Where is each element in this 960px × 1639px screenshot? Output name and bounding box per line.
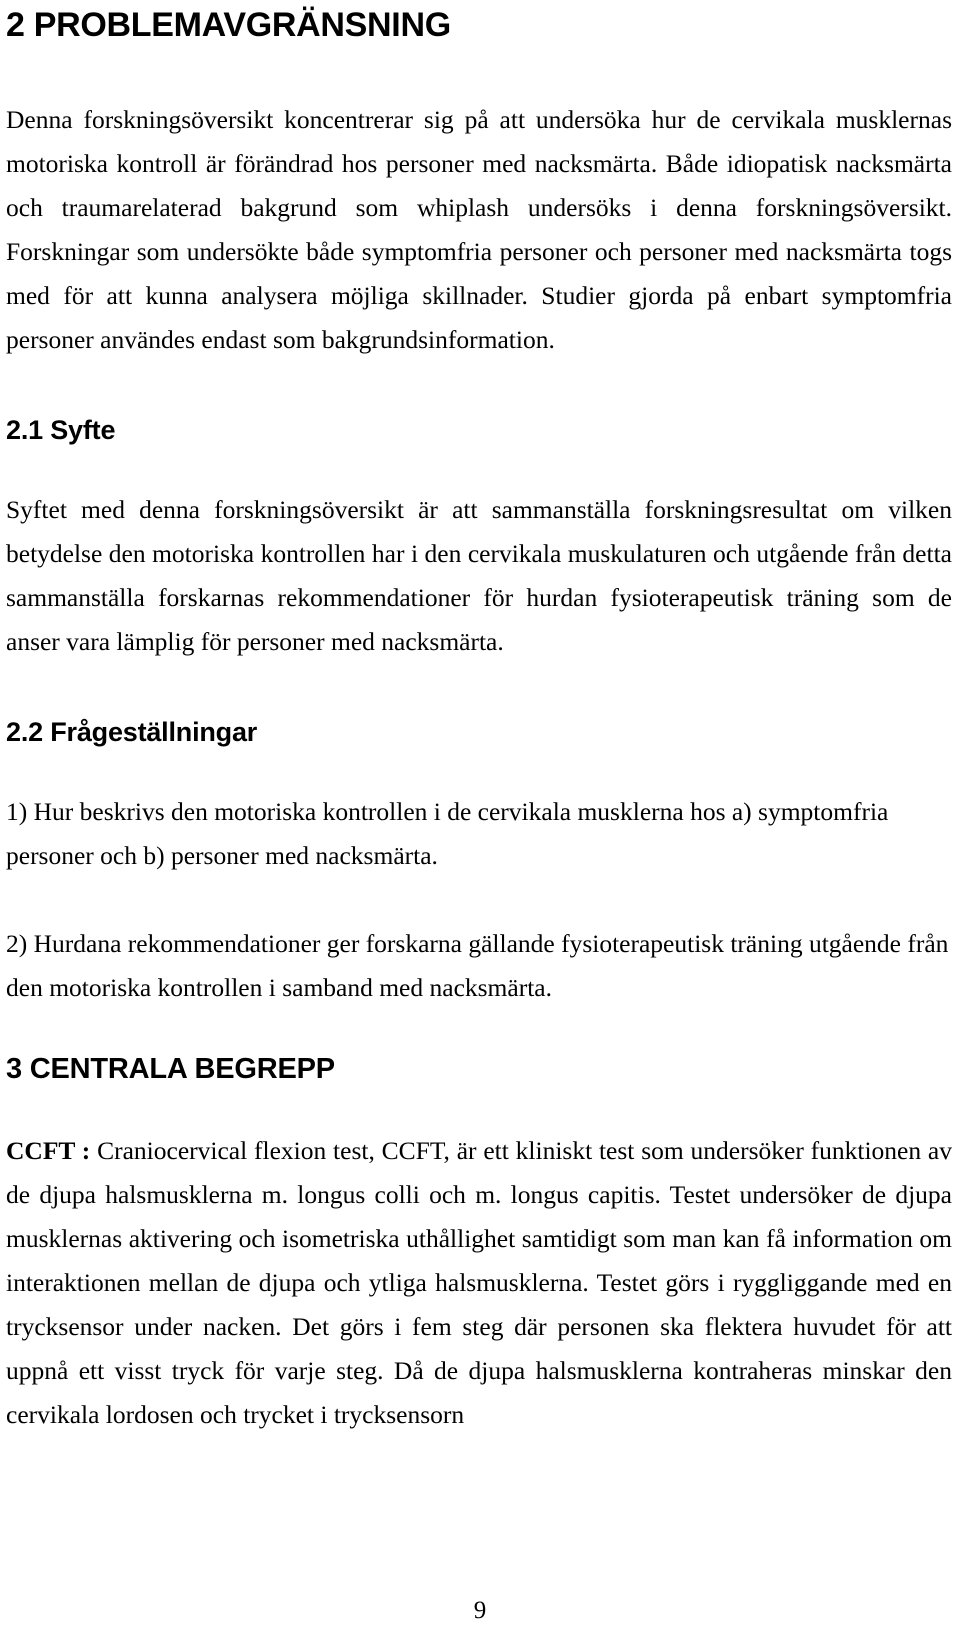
paragraph-research-question-2: 2) Hurdana rekommendationer ger forskarn… bbox=[6, 929, 949, 1003]
chapter-heading-problemavgransning: 2 PROBLEMAVGRÄNSNING bbox=[6, 6, 451, 44]
section-heading-fragestallningar: 2.2 Frågeställningar bbox=[6, 717, 258, 748]
term-label-ccft: CCFT : bbox=[6, 1135, 91, 1165]
paragraph-syfte: Syftet med denna forskningsöversikt är a… bbox=[6, 495, 952, 657]
paragraph-problem-intro: Denna forskningsöversikt koncentrerar si… bbox=[6, 104, 952, 354]
section-heading-syfte: 2.1 Syfte bbox=[6, 414, 116, 445]
document-page: 2 PROBLEMAVGRÄNSNING Denna forskningsöve… bbox=[0, 0, 960, 1639]
paragraph-term-ccft: CCFT : Craniocervical flexion test, CCFT… bbox=[6, 1129, 952, 1437]
paragraph-research-question-1: 1) Hur beskrivs den motoriska kontrollen… bbox=[6, 797, 889, 871]
chapter-heading-centrala-begrepp: 3 CENTRALA BEGREPP bbox=[6, 1053, 335, 1086]
term-definition-ccft: Craniocervical flexion test, CCFT, är et… bbox=[6, 1135, 952, 1429]
page-number: 9 bbox=[473, 1597, 487, 1624]
